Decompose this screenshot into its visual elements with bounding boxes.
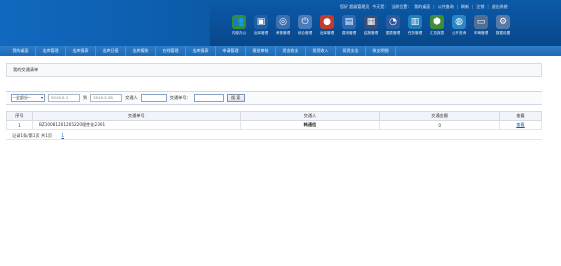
table-header-row: 序号 交通单号 交通人 交通金额 查看 [6, 111, 542, 121]
chart-icon: ▥ [408, 15, 422, 29]
date-from-input[interactable]: 2019-5-1 [48, 94, 80, 102]
module-button[interactable]: ◔ 图表管理 [382, 14, 404, 45]
module-button[interactable]: ● 出库管理 [316, 14, 338, 45]
record-summary: 记录1条/第1页 共1页 [12, 133, 53, 138]
module-label: 内部办公 [231, 31, 247, 35]
module-button[interactable]: ▤ 费用管理 [338, 14, 360, 45]
module-label: 考核管理 [275, 31, 291, 35]
row-amount: 0 [379, 120, 501, 130]
refresh-link[interactable]: 刷新 [461, 2, 469, 11]
col-person: 交通人 [239, 111, 381, 121]
nav-item[interactable]: 报批审核 [246, 46, 276, 56]
divider: | [487, 4, 489, 9]
top-utility-bar: 您好 超级管理员 今天是： 当前位置： 我的桌面 | 公共查询 | 刷新 | 注… [340, 2, 508, 11]
document-icon: ▤ [342, 15, 356, 29]
main-nav-bar: 我的桌面 出库管理 出库报表 出库日报 出库报账 在线管理 出库报表 申请管理 报批审核 资金收支… [0, 46, 561, 56]
module-button[interactable]: ⏻ 综合管理 [294, 14, 316, 45]
app-header: 您好 超级管理员 今天是： 当前位置： 我的桌面 | 公共查询 | 刷新 | 注… [0, 0, 561, 46]
nav-item[interactable]: 资金收支 [276, 46, 306, 56]
nav-item[interactable]: 出库报表 [66, 46, 96, 56]
row-person: 韩通信 [239, 120, 381, 130]
search-button[interactable]: 搜 索 [226, 94, 245, 102]
date-to-input[interactable]: 2019-5-28 [90, 94, 123, 102]
module-button[interactable]: ⬢ 汇总报表 [426, 14, 448, 45]
order-number-input[interactable] [193, 94, 224, 102]
nav-item[interactable]: 投资收入 [306, 46, 336, 56]
nav-item[interactable]: 出库日报 [96, 46, 126, 56]
category-select-value: --全部分-- [13, 95, 31, 100]
order-label: 交通单号： [169, 95, 191, 100]
col-amount: 交通金额 [379, 111, 501, 121]
category-select[interactable]: --全部分-- ▾ [11, 94, 45, 102]
module-toolbar: 👥 内部办公 ▣ 出库管理 ◎ 考核管理 ⏻ 综合管理 ● 出库管理 ▤ 费用管理 ▦ 结报管理 ◔ 图表管理… [228, 14, 514, 46]
nav-item[interactable]: 出库报表 [186, 46, 216, 56]
results-table: 序号 交通单号 交通人 交通金额 查看 1 BZ10081201205220理性… [6, 111, 542, 130]
report-icon: ▦ [364, 15, 378, 29]
nav-item[interactable]: 我的桌面 [6, 46, 36, 56]
settings-icon: ⚙ [496, 15, 510, 29]
row-order-no: BZ10081201205220理性化2301 [31, 120, 241, 130]
module-label: 结报管理 [363, 31, 379, 35]
power-icon: ⏻ [298, 15, 312, 29]
divider: | [456, 4, 458, 9]
module-button[interactable]: ◍ 公开查询 [448, 14, 470, 45]
module-label: 任务管理 [407, 31, 423, 35]
module-label: 公开查询 [451, 31, 467, 35]
logo-area [0, 0, 210, 46]
table-row: 1 BZ10081201205220理性化2301 韩通信 0 查看 [6, 120, 542, 130]
dashboard-icon: ◔ [386, 15, 400, 29]
divider: | [433, 4, 435, 9]
logout-link[interactable]: 注销 [476, 2, 484, 11]
chevron-down-icon: ▾ [40, 95, 43, 100]
exit-link[interactable]: 退出系统 [492, 2, 508, 11]
nav-item[interactable]: 在线管理 [156, 46, 186, 56]
module-label: 汇总报表 [429, 31, 445, 35]
col-index: 序号 [6, 111, 33, 121]
person-label: 交通人 [125, 95, 138, 100]
nav-item[interactable]: 收支明细 [366, 46, 396, 56]
module-button[interactable]: ▥ 任务管理 [404, 14, 426, 45]
monitor-icon: ▭ [474, 15, 488, 29]
module-button[interactable]: ⚙ 数据设置 [492, 14, 514, 45]
to-label: 到 [83, 95, 88, 100]
pagination: 记录1条/第1页 共1页 1 [6, 131, 542, 140]
module-button[interactable]: ◎ 考核管理 [272, 14, 294, 45]
person-input[interactable] [140, 94, 167, 102]
module-label: 数据设置 [495, 31, 511, 35]
divider: | [472, 4, 474, 9]
globe-icon: ◍ [452, 15, 466, 29]
col-view: 查看 [499, 111, 542, 121]
nav-item[interactable]: 投资支出 [336, 46, 366, 56]
module-button[interactable]: ▭ 车辆管理 [470, 14, 492, 45]
module-label: 图表管理 [385, 31, 401, 35]
greeting-text: 您好 超级管理员 [340, 4, 370, 9]
col-order-no: 交通单号 [31, 111, 241, 121]
row-index: 1 [6, 120, 33, 130]
people-icon: 👥 [232, 15, 246, 29]
desktop-link[interactable]: 我的桌面 [414, 2, 430, 11]
module-button[interactable]: ▣ 出库管理 [250, 14, 272, 45]
location-label: 当前位置： [391, 4, 412, 9]
shop-icon: ⬢ [430, 15, 444, 29]
module-label: 出库管理 [253, 31, 269, 35]
nav-item[interactable]: 出库报账 [126, 46, 156, 56]
module-label: 费用管理 [341, 31, 357, 35]
public-query-link[interactable]: 公共查询 [438, 2, 454, 11]
target-icon: ◎ [276, 15, 290, 29]
alert-icon: ● [320, 15, 334, 29]
nav-item[interactable]: 申请管理 [216, 46, 246, 56]
module-button[interactable]: 👥 内部办公 [228, 14, 250, 45]
page-link[interactable]: 1 [61, 133, 64, 138]
nav-item[interactable]: 出库管理 [36, 46, 66, 56]
module-label: 综合管理 [297, 31, 313, 35]
breadcrumb: 我的交通清单 [6, 63, 542, 77]
date-label: 今天是： [372, 4, 389, 9]
module-label: 车辆管理 [473, 31, 489, 35]
view-link[interactable]: 查看 [499, 120, 542, 130]
box-out-icon: ▣ [254, 15, 268, 29]
module-button[interactable]: ▦ 结报管理 [360, 14, 382, 45]
filter-bar: --全部分-- ▾ 2019-5-1 到 2019-5-28 交通人 交通单号：… [6, 91, 542, 105]
module-label: 出库管理 [319, 31, 335, 35]
